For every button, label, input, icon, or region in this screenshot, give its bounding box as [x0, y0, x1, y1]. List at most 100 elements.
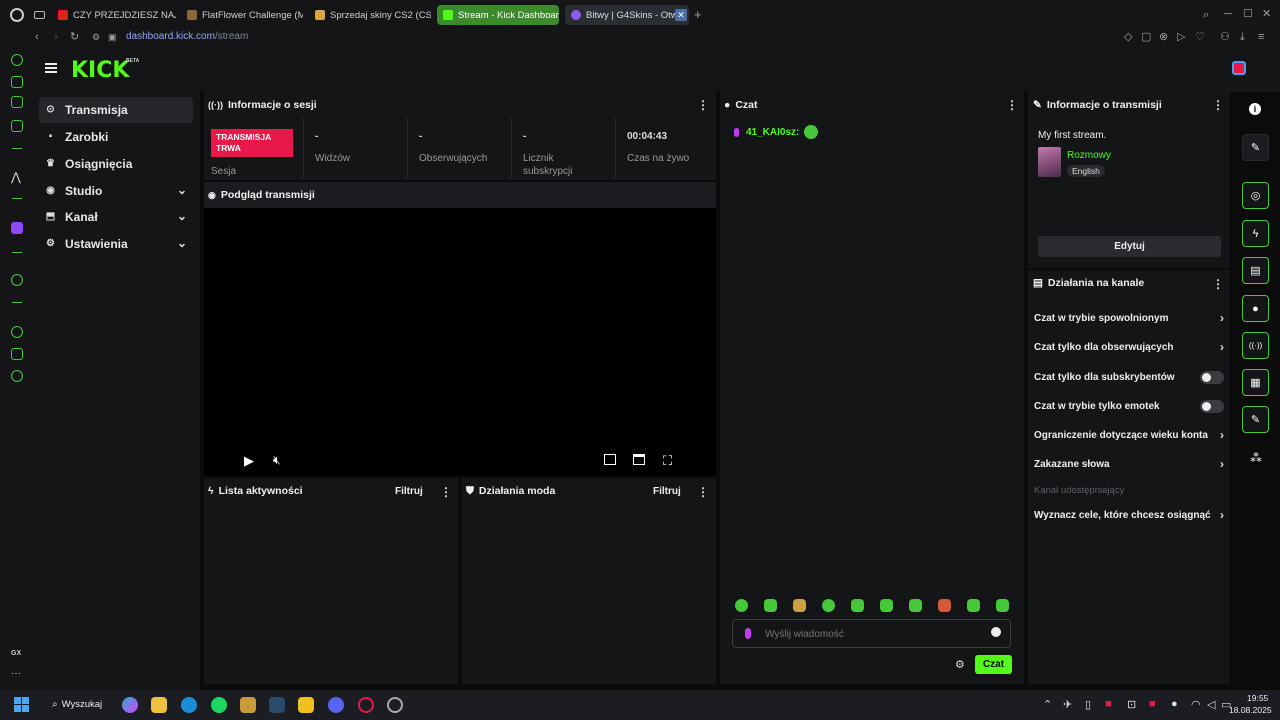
volume-icon[interactable]: ◁: [1207, 698, 1215, 711]
microphone-tray-icon[interactable]: ●: [1171, 698, 1178, 710]
emote-icon[interactable]: [938, 599, 951, 612]
chat-input-box[interactable]: [732, 619, 1011, 648]
hamburger-menu-icon[interactable]: [45, 63, 57, 73]
info-icon[interactable]: i: [1249, 103, 1261, 115]
download-icon[interactable]: ⤓: [1240, 31, 1245, 43]
snapshot-icon[interactable]: ▢: [1141, 31, 1151, 43]
slow-mode-row[interactable]: Czat w trybie spowolnionym ›: [1034, 311, 1224, 325]
menu-icon[interactable]: ≡: [1258, 31, 1264, 43]
tab-sell-skins[interactable]: Sprzedaj skiny CS2 (CS:G: [309, 5, 431, 25]
windows-start-icon[interactable]: [14, 697, 30, 713]
clock-date[interactable]: 18.08.2025: [1229, 705, 1272, 715]
discord-icon[interactable]: [328, 697, 344, 713]
emoji-icon[interactable]: [991, 627, 1001, 637]
nav-item-zarobki[interactable]: ▪ Zarobki: [39, 124, 193, 150]
gx-cleaner-icon[interactable]: [11, 96, 23, 108]
nav-item-kanal[interactable]: ⬒ Kanał ⌄: [39, 204, 193, 230]
editor-icon[interactable]: [298, 697, 314, 713]
kebab-menu-icon[interactable]: ⋮: [1212, 98, 1224, 112]
wifi-icon[interactable]: ◠: [1191, 698, 1201, 711]
pip-icon[interactable]: [604, 454, 616, 465]
emote-icon[interactable]: [764, 599, 777, 612]
emote-icon[interactable]: [851, 599, 864, 612]
fullscreen-icon[interactable]: ⛶: [663, 453, 672, 469]
emote-icon[interactable]: [793, 599, 806, 612]
emotes-only-toggle[interactable]: [1200, 400, 1224, 413]
twitch-icon[interactable]: [11, 222, 23, 234]
theater-icon[interactable]: [633, 454, 645, 465]
messenger-icon[interactable]: [11, 120, 23, 132]
tray-usb-icon[interactable]: ▯: [1085, 698, 1091, 711]
camera-action-button[interactable]: ◎: [1242, 182, 1269, 209]
tray-app-icon[interactable]: ⊡: [1127, 698, 1136, 711]
category-thumbnail[interactable]: [1038, 147, 1061, 177]
play-icon[interactable]: ▶: [244, 453, 254, 469]
activity-filter-button[interactable]: Filtruj: [395, 486, 423, 497]
followers-only-row[interactable]: Czat tylko dla obserwujących ›: [1034, 340, 1224, 354]
opera-logo-icon[interactable]: [10, 8, 24, 22]
subscribers-only-toggle[interactable]: [1200, 371, 1224, 384]
search-icon[interactable]: ⌕: [1203, 9, 1209, 21]
chat-settings-icon[interactable]: ⚙: [955, 658, 965, 671]
edge-icon[interactable]: [181, 697, 197, 713]
kebab-menu-icon[interactable]: ⋮: [697, 98, 709, 112]
mod-filter-button[interactable]: Filtruj: [653, 486, 681, 497]
profile-icon[interactable]: ⚇: [1220, 31, 1230, 43]
site-settings-icon[interactable]: ⚙: [92, 31, 100, 43]
reload-icon[interactable]: ↻: [70, 31, 79, 43]
copilot-icon[interactable]: [122, 697, 138, 713]
new-tab-icon[interactable]: +: [694, 8, 702, 21]
steam-icon[interactable]: [269, 697, 285, 713]
file-explorer-icon[interactable]: [151, 697, 167, 713]
back-icon[interactable]: ‹: [35, 31, 39, 43]
chat-action-button[interactable]: ●: [1242, 295, 1269, 322]
tab-g4skins[interactable]: Bitwy | G4Skins - Otw ✕: [565, 5, 689, 25]
tab-search-icon[interactable]: [34, 11, 45, 19]
adblock-icon[interactable]: ⊗: [1159, 31, 1168, 43]
close-window-icon[interactable]: ✕: [1262, 8, 1271, 20]
chat-send-button[interactable]: Czat: [975, 655, 1012, 674]
kebab-menu-icon[interactable]: ⋮: [697, 485, 709, 499]
bookmark-icon[interactable]: ◇: [1124, 31, 1132, 43]
chat-input[interactable]: [765, 625, 975, 643]
tab-youtube[interactable]: CZY PRZEJDZIESZ NAJT: [52, 5, 176, 25]
emote-icon[interactable]: [967, 599, 980, 612]
kebab-menu-icon[interactable]: ⋮: [440, 485, 452, 499]
nav-item-osiagniecia[interactable]: ♛ Osiągnięcia: [39, 151, 193, 177]
forward-icon[interactable]: ›: [54, 31, 58, 43]
url-field[interactable]: dashboard.kick.com/stream: [126, 31, 248, 42]
minimize-icon[interactable]: ─: [1224, 8, 1232, 20]
taskbar-search[interactable]: ⌕ Wyszukaj: [46, 694, 110, 714]
more-actions-icon[interactable]: ⁂: [1250, 451, 1262, 465]
spotify-icon[interactable]: [211, 697, 227, 713]
notes-action-button[interactable]: ▤: [1242, 257, 1269, 284]
player-icon[interactable]: [11, 274, 23, 286]
category-link[interactable]: Rozmowy: [1067, 150, 1111, 161]
mute-icon[interactable]: 🔇︎: [273, 453, 281, 468]
tray-overflow-icon[interactable]: ⌃: [1043, 698, 1052, 711]
emote-icon[interactable]: [735, 599, 748, 612]
tray-app-icon[interactable]: ✈: [1063, 698, 1072, 711]
settings-icon[interactable]: [11, 370, 23, 382]
tab-kick-dashboard[interactable]: Stream - Kick Dashboard: [437, 5, 559, 25]
nav-item-studio[interactable]: ◉ Studio ⌄: [39, 178, 193, 204]
emote-icon[interactable]: [822, 599, 835, 612]
app-icon[interactable]: [240, 697, 256, 713]
chrome-icon[interactable]: [387, 697, 403, 713]
kick-logo[interactable]: KICK: [71, 58, 129, 83]
emote-icon[interactable]: [909, 599, 922, 612]
close-tab-icon[interactable]: ✕: [675, 9, 687, 21]
heart-icon[interactable]: ♡: [1195, 31, 1205, 43]
bolt-action-button[interactable]: ϟ: [1242, 220, 1269, 247]
broadcast-action-button[interactable]: ((·)): [1242, 332, 1269, 359]
vpn-icon[interactable]: ▷: [1177, 31, 1185, 43]
opera-gx-icon[interactable]: [358, 697, 374, 713]
edit-button[interactable]: Edytuj: [1038, 236, 1221, 257]
layout-action-button[interactable]: ▦: [1242, 369, 1269, 396]
history-icon[interactable]: [11, 326, 23, 338]
more-icon[interactable]: ···: [11, 668, 21, 679]
nav-item-ustawienia[interactable]: ⚙ Ustawienia ⌄: [39, 231, 193, 257]
emote-icon[interactable]: [996, 599, 1009, 612]
goals-row[interactable]: Wyznacz cele, które chcesz osiągnąć ›: [1034, 508, 1224, 522]
gx-control-icon[interactable]: [11, 76, 23, 88]
